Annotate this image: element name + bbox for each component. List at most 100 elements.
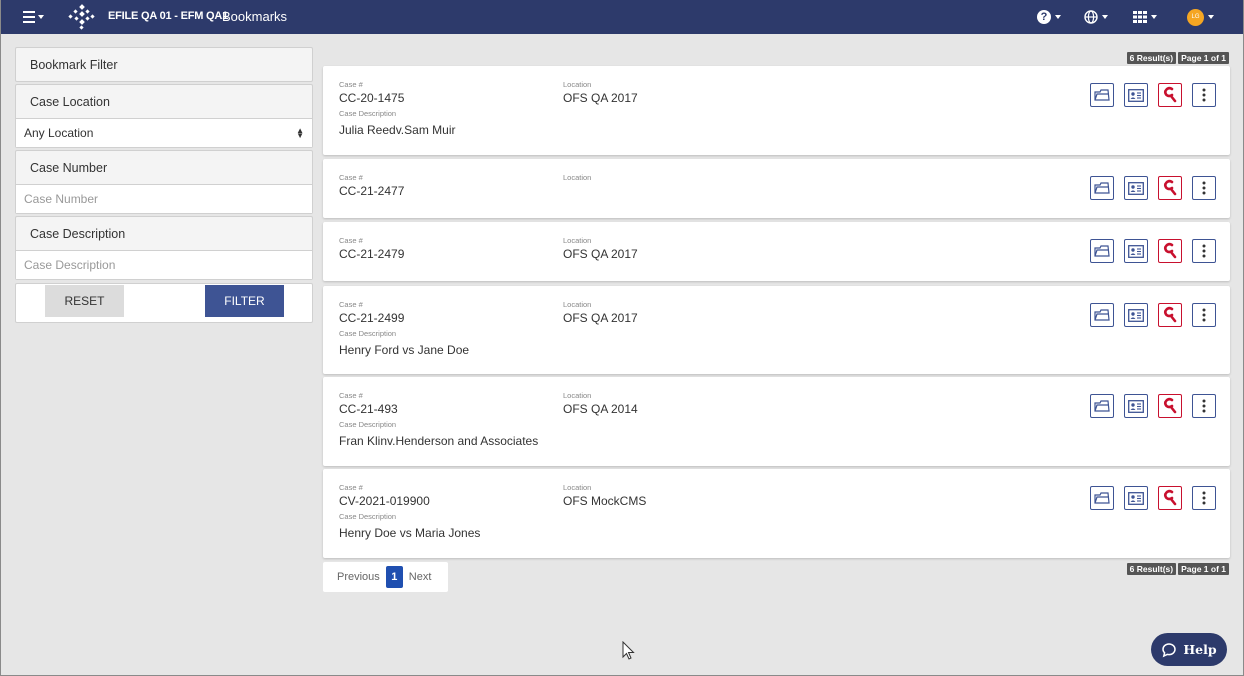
chat-bubble-icon [1162, 642, 1177, 657]
bookmark-card: Case # CC-21-2477 Location [323, 159, 1230, 218]
main-menu-button[interactable] [23, 8, 49, 26]
more-vertical-icon [1202, 181, 1206, 195]
bookmark-filter-header: Bookmark Filter [15, 47, 313, 82]
help-menu[interactable]: ? [1037, 8, 1061, 26]
next-page-link[interactable]: Next [409, 571, 432, 583]
folder-icon [1094, 244, 1110, 258]
location-value: OFS QA 2014 [563, 402, 638, 416]
location-label: Location [563, 391, 592, 400]
location-value: OFS QA 2017 [563, 91, 638, 105]
reset-button[interactable]: RESET [45, 285, 124, 317]
top-navbar: EFILE QA 01 - EFM QA1 Bookmarks ? LG [1, 0, 1243, 34]
filter-actions: RESET FILTER [15, 283, 313, 323]
chevron-down-icon [1208, 15, 1214, 19]
page-count-badge: Page 1 of 1 [1178, 563, 1229, 575]
user-menu[interactable]: LG [1187, 8, 1214, 26]
folder-icon [1094, 308, 1110, 322]
case-number-label: Case # [339, 300, 363, 309]
bookmark-card: Case # CV-2021-019900 Location OFS MockCMS C… [323, 469, 1230, 558]
case-search-button[interactable] [1158, 303, 1182, 327]
more-actions-button[interactable] [1192, 176, 1216, 200]
folder-icon [1094, 181, 1110, 195]
case-search-icon [1162, 306, 1178, 324]
more-actions-button[interactable] [1192, 239, 1216, 263]
case-number-group: Case Number Case Number [15, 150, 313, 214]
case-search-button[interactable] [1158, 394, 1182, 418]
bookmark-card: Case # CC-21-2499 Location OFS QA 2017 Case … [323, 286, 1230, 374]
case-details-button[interactable] [1124, 486, 1148, 510]
case-description-label: Case Description [339, 512, 397, 521]
case-number-label: Case # [339, 236, 363, 245]
case-search-button[interactable] [1158, 83, 1182, 107]
open-case-button[interactable] [1090, 394, 1114, 418]
more-vertical-icon [1202, 491, 1206, 505]
case-description-value: Julia Reedv.Sam Muir [339, 123, 456, 137]
case-search-button[interactable] [1158, 486, 1182, 510]
open-case-button[interactable] [1090, 486, 1114, 510]
open-case-button[interactable] [1090, 303, 1114, 327]
help-button[interactable]: Help [1151, 633, 1227, 666]
contact-card-icon [1128, 399, 1144, 413]
open-case-button[interactable] [1090, 239, 1114, 263]
apps-grid-icon [1133, 11, 1147, 23]
case-search-button[interactable] [1158, 239, 1182, 263]
case-description-label: Case Description [339, 329, 397, 338]
language-menu[interactable] [1084, 8, 1108, 26]
menu-icon [23, 11, 35, 23]
more-actions-button[interactable] [1192, 83, 1216, 107]
case-number-label: Case # [339, 483, 363, 492]
case-details-button[interactable] [1124, 176, 1148, 200]
pagination: Previous 1 Next [323, 562, 448, 592]
globe-icon [1084, 10, 1098, 24]
case-details-button[interactable] [1124, 83, 1148, 107]
case-location-select[interactable]: Any Location ▲ ▼ [16, 118, 312, 147]
chevron-down-icon [1102, 15, 1108, 19]
case-search-icon [1162, 242, 1178, 260]
current-page-button[interactable]: 1 [385, 566, 403, 588]
case-number-input[interactable]: Case Number [16, 184, 312, 213]
case-details-button[interactable] [1124, 239, 1148, 263]
case-description-label: Case Description [30, 226, 126, 241]
chevron-down-icon [1055, 15, 1061, 19]
card-actions [1090, 83, 1216, 107]
select-arrows-icon: ▲ ▼ [296, 126, 304, 140]
results-count-badge: 6 Result(s) [1126, 52, 1177, 64]
contact-card-icon [1128, 308, 1144, 322]
open-case-button[interactable] [1090, 83, 1114, 107]
case-search-icon [1162, 86, 1178, 104]
filter-button[interactable]: FILTER [205, 285, 284, 317]
location-label: Location [563, 173, 592, 182]
card-actions [1090, 303, 1216, 327]
case-description-group: Case Description Case Description [15, 216, 313, 280]
case-number-value: CC-21-2479 [339, 247, 405, 261]
results-count-badge: 6 Result(s) [1126, 563, 1177, 575]
bookmark-card: Case # CC-21-2479 Location OFS QA 2017 [323, 222, 1230, 281]
bookmark-filter-title: Bookmark Filter [30, 57, 118, 72]
previous-page-link[interactable]: Previous [337, 571, 380, 583]
contact-card-icon [1128, 88, 1144, 102]
location-label: Location [563, 80, 592, 89]
app-title: EFILE QA 01 - EFM QA1 [108, 10, 229, 22]
more-actions-button[interactable] [1192, 486, 1216, 510]
card-actions [1090, 486, 1216, 510]
case-details-button[interactable] [1124, 303, 1148, 327]
more-actions-button[interactable] [1192, 394, 1216, 418]
case-description-value: Fran Klinv.Henderson and Associates [339, 434, 539, 448]
open-case-button[interactable] [1090, 176, 1114, 200]
more-actions-button[interactable] [1192, 303, 1216, 327]
case-description-value: Henry Ford vs Jane Doe [339, 343, 470, 357]
case-description-input[interactable]: Case Description [16, 250, 312, 279]
case-search-button[interactable] [1158, 176, 1182, 200]
case-details-button[interactable] [1124, 394, 1148, 418]
mouse-pointer-icon [622, 641, 635, 660]
apps-menu[interactable] [1133, 8, 1157, 26]
page-title: Bookmarks [222, 9, 288, 24]
location-label: Location [563, 300, 592, 309]
more-vertical-icon [1202, 308, 1206, 322]
case-number-label: Case # [339, 391, 363, 400]
case-description-value: Henry Doe vs Maria Jones [339, 526, 481, 540]
case-location-label: Case Location [30, 94, 110, 109]
case-number-value: CC-21-493 [339, 402, 398, 416]
case-location-group: Case Location Any Location ▲ ▼ [15, 84, 313, 148]
case-location-value: Any Location [24, 126, 94, 140]
